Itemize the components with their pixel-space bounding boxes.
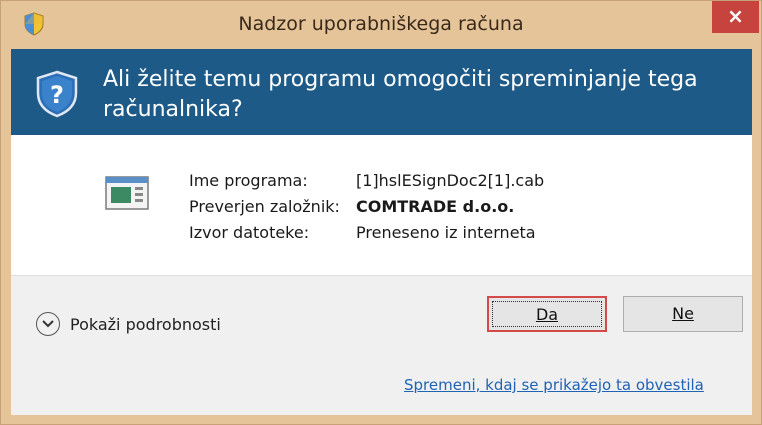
question-shield-icon: ? — [36, 70, 78, 118]
publisher-label: Preverjen založnik: — [189, 197, 340, 216]
show-details-toggle[interactable]: Pokaži podrobnosti — [36, 310, 221, 338]
dialog-footer: Pokaži podrobnosti Da Ne Spremeni, kdaj … — [11, 275, 752, 415]
focus-rectangle — [492, 301, 602, 327]
info-row-program-name: Ime programa: [1]hslESignDoc2[1].cab — [189, 171, 544, 190]
dialog-question: Ali želite temu programu omogočiti sprem… — [103, 67, 698, 122]
program-icon — [105, 176, 149, 210]
chevron-down-icon[interactable] — [36, 312, 60, 336]
dialog-client: ? Ali želite temu programu omogočiti spr… — [11, 49, 752, 415]
program-name-value: [1]hslESignDoc2[1].cab — [356, 171, 545, 190]
window-title: Nadzor uporabniškega računa — [238, 13, 524, 35]
info-row-file-origin: Izvor datoteke: Preneseno iz interneta — [189, 223, 536, 242]
show-details-label[interactable]: Pokaži podrobnosti — [70, 315, 221, 334]
question-banner: ? Ali želite temu programu omogočiti spr… — [11, 49, 752, 135]
uac-dialog-window: Nadzor uporabniškega računa × ? Ali želi… — [0, 0, 762, 425]
yes-button[interactable]: Da — [487, 296, 607, 332]
title-bar[interactable]: Nadzor uporabniškega računa × — [1, 1, 761, 47]
svg-text:?: ? — [50, 81, 64, 109]
close-icon: × — [727, 4, 744, 28]
program-name-label: Ime programa: — [189, 171, 308, 190]
file-origin-value: Preneseno iz interneta — [356, 223, 536, 242]
file-origin-label: Izvor datoteke: — [189, 223, 310, 242]
program-info: Ime programa: [1]hslESignDoc2[1].cab Prev… — [11, 135, 752, 275]
close-button[interactable]: × — [712, 1, 759, 33]
no-button-label[interactable]: Ne — [672, 304, 694, 323]
change-notification-settings-link[interactable]: Spremeni, kdaj se prikažejo ta obvestila — [404, 376, 704, 394]
no-button[interactable]: Ne — [623, 296, 743, 332]
info-row-publisher: Preverjen založnik: COMTRADE d.o.o. — [189, 197, 514, 216]
publisher-value: COMTRADE d.o.o. — [356, 197, 515, 216]
